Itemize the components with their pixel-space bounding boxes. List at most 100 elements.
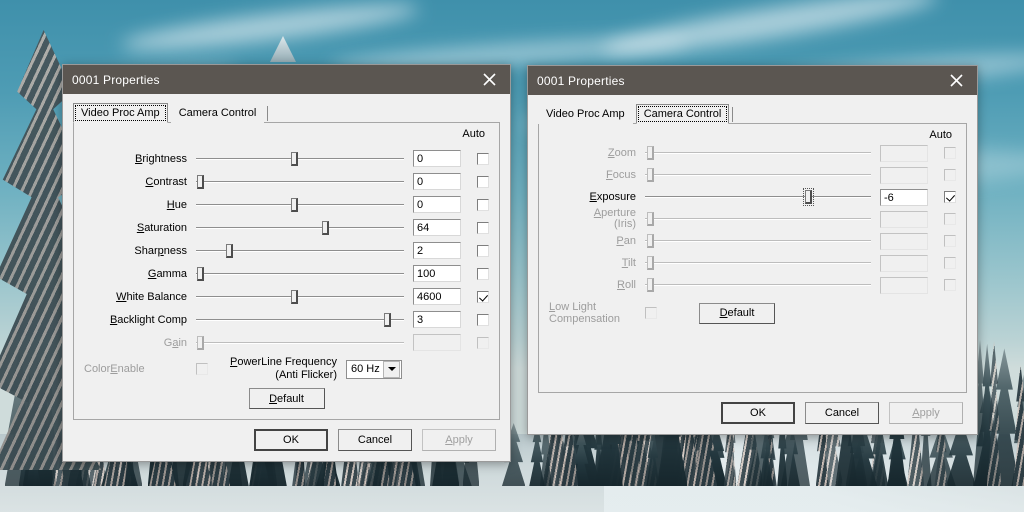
slider-exposure[interactable]: [645, 188, 871, 206]
auto-checkbox-aperture[interactable]: [944, 213, 956, 225]
value-backlightcomp[interactable]: 3: [413, 311, 461, 328]
slider-row: Sharpness2: [84, 239, 489, 262]
value-brightness[interactable]: 0: [413, 150, 461, 167]
slider-sharpness[interactable]: [196, 242, 404, 260]
slider-backlightcomp[interactable]: [196, 311, 404, 329]
panel-spacer: [549, 330, 956, 382]
auto-checkbox-gain[interactable]: [477, 337, 489, 349]
value-zoom[interactable]: [880, 145, 928, 162]
slider-thumb[interactable]: [226, 244, 233, 258]
slider-saturation[interactable]: [196, 219, 404, 237]
window-title: 0001 Properties: [72, 73, 468, 87]
ok-button[interactable]: OK: [254, 429, 328, 451]
auto-checkbox-zoom[interactable]: [944, 147, 956, 159]
slider-track: [196, 181, 404, 183]
auto-checkbox-gamma[interactable]: [477, 268, 489, 280]
auto-checkbox-tilt[interactable]: [944, 257, 956, 269]
value-exposure[interactable]: -6: [880, 189, 928, 206]
slider-thumb[interactable]: [647, 256, 654, 270]
chevron-down-icon[interactable]: [383, 361, 400, 378]
value-saturation[interactable]: 64: [413, 219, 461, 236]
value-whitebalance[interactable]: 4600: [413, 288, 461, 305]
slider-thumb[interactable]: [384, 313, 391, 327]
value-gain[interactable]: [413, 334, 461, 351]
lowlight-checkbox[interactable]: [645, 307, 657, 319]
dialog-body: Video Proc AmpCamera ControlAutoBrightne…: [63, 94, 510, 420]
slider-thumb[interactable]: [647, 146, 654, 160]
slider-thumb[interactable]: [805, 190, 812, 204]
caret-glyph: [388, 367, 396, 371]
slider-thumb[interactable]: [197, 267, 204, 281]
slider-thumb[interactable]: [322, 221, 329, 235]
slider-row: White Balance4600: [84, 285, 489, 308]
value-focus[interactable]: [880, 167, 928, 184]
value-gamma[interactable]: 100: [413, 265, 461, 282]
auto-checkbox-roll[interactable]: [944, 279, 956, 291]
slider-pan[interactable]: [645, 232, 871, 250]
slider-brightness[interactable]: [196, 150, 404, 168]
label-powerline-frequency: PowerLine Frequency(Anti Flicker): [230, 356, 337, 382]
close-icon[interactable]: [468, 65, 510, 94]
title-bar: 0001 Properties: [63, 65, 510, 94]
ok-button[interactable]: OK: [721, 402, 795, 424]
apply-button: Apply: [422, 429, 496, 451]
auto-checkbox-saturation[interactable]: [477, 222, 489, 234]
slider-contrast[interactable]: [196, 173, 404, 191]
slider-zoom[interactable]: [645, 144, 871, 162]
value-hue[interactable]: 0: [413, 196, 461, 213]
auto-checkbox-hue[interactable]: [477, 199, 489, 211]
tab-camera-control[interactable]: Camera Control: [636, 104, 730, 124]
slider-gain[interactable]: [196, 334, 404, 352]
auto-checkbox-pan[interactable]: [944, 235, 956, 247]
slider-gamma[interactable]: [196, 265, 404, 283]
slider-aperture[interactable]: [645, 210, 871, 228]
close-icon[interactable]: [935, 66, 977, 95]
label-tilt: Tilt: [549, 257, 645, 269]
tab-camera-control[interactable]: Camera Control: [171, 103, 265, 123]
slider-row: Hue0: [84, 193, 489, 216]
default-button[interactable]: Default: [699, 303, 775, 324]
label-zoom: Zoom: [549, 147, 645, 159]
value-contrast[interactable]: 0: [413, 173, 461, 190]
auto-checkbox-sharpness[interactable]: [477, 245, 489, 257]
auto-checkbox-brightness[interactable]: [477, 153, 489, 165]
value-roll[interactable]: [880, 277, 928, 294]
slider-thumb[interactable]: [647, 168, 654, 182]
auto-checkbox-focus[interactable]: [944, 169, 956, 181]
powerline-frequency-select[interactable]: 60 Hz: [346, 360, 402, 379]
tab-video-proc-amp[interactable]: Video Proc Amp: [73, 103, 168, 123]
value-pan[interactable]: [880, 233, 928, 250]
auto-checkbox-whitebalance[interactable]: [477, 291, 489, 303]
slider-hue[interactable]: [196, 196, 404, 214]
slider-thumb[interactable]: [647, 278, 654, 292]
cancel-button[interactable]: Cancel: [338, 429, 412, 451]
slider-thumb[interactable]: [647, 234, 654, 248]
cancel-button[interactable]: Cancel: [805, 402, 879, 424]
slider-thumb[interactable]: [647, 212, 654, 226]
slider-row: Exposure-6: [549, 186, 956, 208]
auto-checkbox-backlightcomp[interactable]: [477, 314, 489, 326]
slider-roll[interactable]: [645, 276, 871, 294]
value-sharpness[interactable]: 2: [413, 242, 461, 259]
slider-tilt[interactable]: [645, 254, 871, 272]
slider-whitebalance[interactable]: [196, 288, 404, 306]
slider-row: Focus: [549, 164, 956, 186]
label-gamma: Gamma: [84, 268, 196, 280]
lowlight-row: Low LightCompensationDefault: [549, 296, 956, 330]
slider-thumb[interactable]: [291, 152, 298, 166]
default-button[interactable]: Default: [249, 388, 325, 409]
slider-thumb[interactable]: [197, 336, 204, 350]
cloud: [600, 0, 941, 64]
colorenable-checkbox[interactable]: [196, 363, 208, 375]
value-aperture[interactable]: [880, 211, 928, 228]
tab-video-proc-amp[interactable]: Video Proc Amp: [538, 104, 633, 124]
value-tilt[interactable]: [880, 255, 928, 272]
slider-thumb[interactable]: [291, 290, 298, 304]
slider-thumb[interactable]: [291, 198, 298, 212]
slider-focus[interactable]: [645, 166, 871, 184]
slider-thumb[interactable]: [197, 175, 204, 189]
auto-checkbox-exposure[interactable]: [944, 191, 956, 203]
dialog-footer: OK Cancel Apply: [63, 420, 510, 461]
auto-checkbox-contrast[interactable]: [477, 176, 489, 188]
tab-strip: Video Proc AmpCamera Control: [73, 102, 500, 123]
